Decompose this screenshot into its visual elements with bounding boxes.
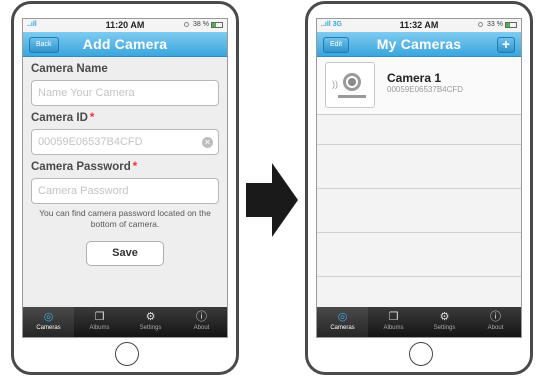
tab-albums[interactable]: ❐ Albums	[74, 307, 125, 337]
tab-cameras[interactable]: ◎ Cameras	[317, 307, 368, 337]
status-bar: ..ıll 11:20 AM 38 %	[23, 19, 227, 32]
camera-id-label: Camera ID *	[31, 112, 95, 124]
camera-id-value: 00059E06537B4CFD	[38, 136, 143, 148]
tab-about[interactable]: ⓘ About	[176, 307, 227, 337]
camera-id-input[interactable]: 00059E06537B4CFD ✕	[31, 129, 219, 155]
camera-thumbnail-icon: ))	[325, 62, 375, 108]
info-icon: ⓘ	[490, 311, 501, 323]
rotation-lock-icon	[184, 22, 190, 27]
tab-cameras[interactable]: ◎ Cameras	[23, 307, 74, 337]
battery-indicator: 33 %	[478, 21, 517, 28]
settings-icon: ⚙	[145, 311, 156, 323]
battery-percent: 33 %	[487, 21, 503, 28]
phone-right: ..ıll 3G 11:32 AM 33 % Edit My Cameras +…	[305, 1, 533, 375]
camera-name-label: Camera Name	[31, 63, 108, 75]
tab-settings[interactable]: ⚙ Settings	[125, 307, 176, 337]
albums-icon: ❐	[94, 311, 105, 323]
camera-password-input[interactable]: Camera Password	[31, 178, 219, 204]
page-title: Add Camera	[82, 36, 168, 52]
tab-settings[interactable]: ⚙ Settings	[419, 307, 470, 337]
clear-icon[interactable]: ✕	[202, 137, 213, 148]
camera-icon: ◎	[43, 311, 54, 323]
camera-id: 00059E06537B4CFD	[387, 85, 464, 94]
battery-indicator: 38 %	[184, 21, 223, 28]
settings-icon: ⚙	[439, 311, 450, 323]
page-title: My Cameras	[376, 36, 462, 52]
camera-icon: ◎	[337, 311, 348, 323]
camera-list: )) Camera 1 00059E06537B4CFD	[317, 57, 521, 307]
list-item[interactable]: )) Camera 1 00059E06537B4CFD	[317, 57, 521, 115]
camera-password-label: Camera Password *	[31, 161, 138, 173]
albums-icon: ❐	[388, 311, 399, 323]
add-camera-button[interactable]: +	[497, 37, 515, 53]
navigation-bar: Back Add Camera	[23, 32, 227, 57]
status-bar: ..ıll 3G 11:32 AM 33 %	[317, 19, 521, 32]
add-camera-screen: ..ıll 11:20 AM 38 % Back Add Camera Came…	[22, 18, 228, 338]
camera-name-input[interactable]: Name Your Camera	[31, 80, 219, 106]
add-camera-form: Camera Name Name Your Camera Camera ID * …	[23, 57, 227, 266]
battery-icon	[505, 21, 517, 28]
tab-about[interactable]: ⓘ About	[470, 307, 521, 337]
home-button[interactable]	[409, 342, 433, 366]
tab-albums[interactable]: ❐ Albums	[368, 307, 419, 337]
navigation-bar: Edit My Cameras +	[317, 32, 521, 57]
battery-icon	[211, 21, 223, 28]
info-icon: ⓘ	[196, 311, 207, 323]
home-button[interactable]	[115, 342, 139, 366]
battery-percent: 38 %	[193, 21, 209, 28]
tab-bar: ◎ Cameras ❐ Albums ⚙ Settings ⓘ About	[317, 307, 521, 337]
tab-bar: ◎ Cameras ❐ Albums ⚙ Settings ⓘ About	[23, 307, 227, 337]
phone-left: ..ıll 11:20 AM 38 % Back Add Camera Came…	[11, 1, 239, 375]
camera-name: Camera 1	[387, 71, 442, 85]
my-cameras-screen: ..ıll 3G 11:32 AM 33 % Edit My Cameras +…	[316, 18, 522, 338]
required-marker: *	[132, 161, 138, 173]
required-marker: *	[89, 112, 95, 124]
arrow-right-icon	[246, 163, 298, 237]
save-button[interactable]: Save	[86, 241, 164, 266]
password-hint: You can find camera password located on …	[39, 208, 211, 229]
rotation-lock-icon	[478, 22, 484, 27]
